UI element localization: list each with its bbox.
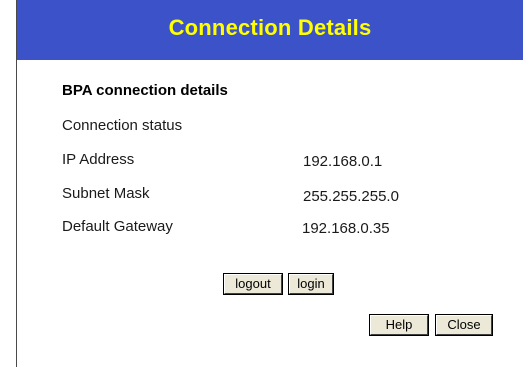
default-gateway-value: 192.168.0.35 [302,220,390,237]
close-button[interactable]: Close [436,315,492,335]
page-title: Connection Details [168,14,372,40]
subnet-mask-label: Subnet Mask [62,185,150,202]
logout-button[interactable]: logout [224,274,282,294]
section-heading: BPA connection details [62,82,228,99]
ip-address-value: 192.168.0.1 [303,153,383,170]
title-bar: Connection Details [17,0,523,60]
login-button[interactable]: login [289,274,333,294]
subnet-mask-value: 255.255.255.0 [303,188,399,205]
ip-address-label: IP Address [62,151,135,168]
connection-status-label: Connection status [62,117,183,134]
default-gateway-label: Default Gateway [62,218,173,235]
help-button[interactable]: Help [370,315,428,335]
